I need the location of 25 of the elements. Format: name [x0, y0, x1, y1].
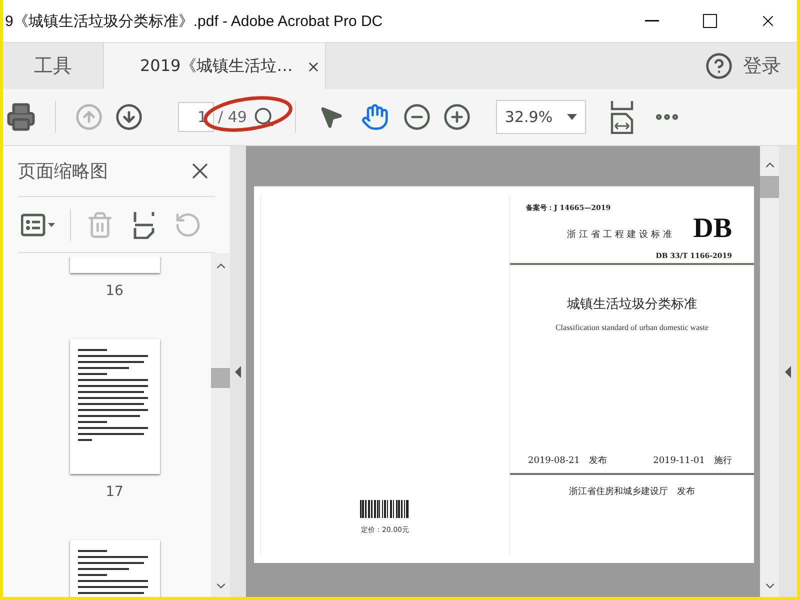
collapse-handle[interactable] [230, 146, 246, 597]
effective-date: 2019-11-01 施行 [653, 454, 732, 467]
document-subtitle: Classification standard of urban domestic waste [555, 323, 709, 332]
page-number: 16 [106, 283, 124, 299]
page-number: 17 [106, 484, 124, 500]
scroll-thumb[interactable] [760, 176, 779, 198]
sign-in-link[interactable]: 登录 [733, 43, 797, 89]
window-title: 9《城镇生活垃圾分类标准》.pdf - Adobe Acrobat Pro DC [4, 12, 384, 30]
issuer-text: 浙江省住房和城乡建设厅 发布 [569, 486, 695, 499]
scrollbar[interactable] [211, 253, 230, 597]
page-total: / 49 [218, 108, 247, 126]
page-thumbnail[interactable] [70, 257, 160, 273]
scrollbar[interactable] [760, 146, 779, 597]
db-mark: DB [693, 213, 732, 245]
caret-icon [566, 114, 577, 120]
zoom-dropdown[interactable]: 32.9% [496, 100, 586, 134]
standard-series: 浙江省工程建设标准 [567, 228, 676, 241]
tab[interactable]: 2019《城镇生活垃… × [104, 43, 326, 89]
tab-close[interactable]: × [306, 56, 320, 76]
expand-handle[interactable] [779, 146, 797, 597]
scroll-thumb[interactable] [211, 368, 230, 388]
panel-title: 页面缩略图 [18, 160, 108, 183]
document-title: 城镇生活垃圾分类标准 [567, 296, 697, 313]
page-thumbnail[interactable] [70, 339, 160, 474]
issue-date: 2019-08-21 发布 [528, 454, 607, 467]
